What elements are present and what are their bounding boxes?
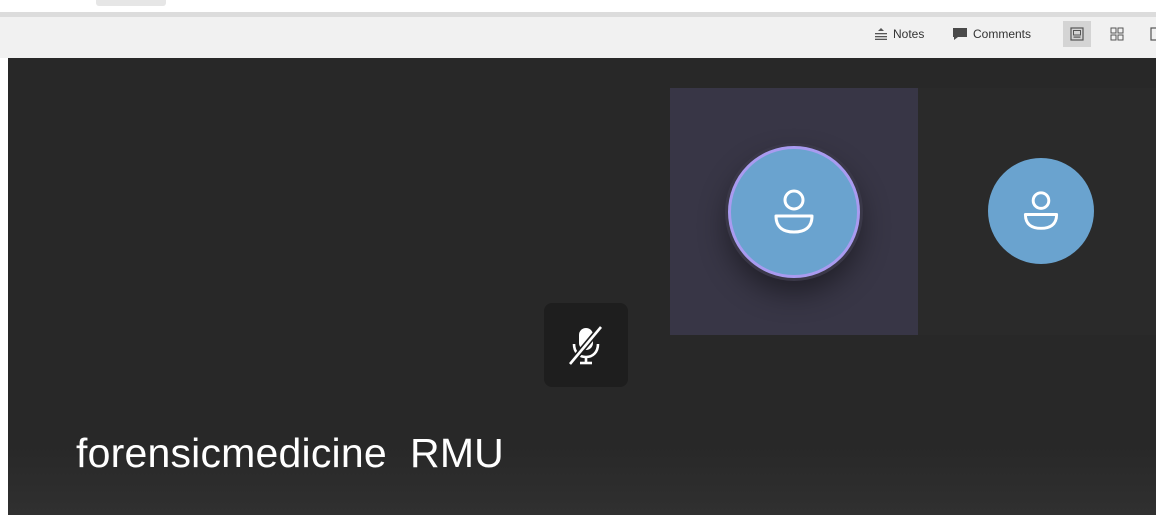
normal-view-button[interactable] bbox=[1063, 21, 1091, 47]
participant-tile-speaking[interactable] bbox=[670, 88, 918, 335]
window-top-strip bbox=[0, 0, 1156, 12]
avatar-idle bbox=[988, 158, 1094, 264]
mic-muted-indicator bbox=[544, 303, 628, 387]
avatar-speaking bbox=[728, 146, 860, 278]
notes-button[interactable]: Notes bbox=[874, 23, 924, 45]
comments-button[interactable]: Comments bbox=[952, 23, 1031, 45]
person-icon bbox=[774, 189, 814, 234]
comment-bubble-icon bbox=[953, 28, 967, 40]
participant-tile-idle[interactable] bbox=[918, 88, 1156, 335]
notes-icon bbox=[875, 28, 887, 40]
participant-name-label: forensicmedicine RMU bbox=[76, 430, 504, 476]
normal-view-icon bbox=[1070, 27, 1084, 41]
reading-view-icon bbox=[1150, 27, 1156, 41]
cropped-toolbar-remnant bbox=[96, 0, 166, 6]
screenshot-frame: Notes Comments forensicmedicine RMU bbox=[0, 0, 1156, 515]
reading-view-button[interactable] bbox=[1143, 21, 1156, 47]
notes-label: Notes bbox=[893, 27, 925, 41]
comments-label: Comments bbox=[973, 27, 1032, 41]
person-icon bbox=[1023, 191, 1059, 230]
meeting-stage: forensicmedicine RMU bbox=[8, 58, 1156, 515]
slide-sorter-icon bbox=[1110, 27, 1124, 41]
mic-muted-icon bbox=[567, 325, 604, 366]
presentation-status-bar: Notes Comments bbox=[0, 12, 1156, 58]
slide-sorter-button[interactable] bbox=[1103, 21, 1131, 47]
